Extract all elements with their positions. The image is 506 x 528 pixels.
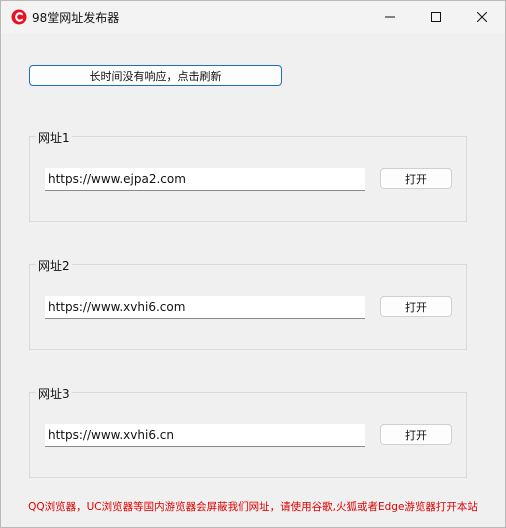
open-button[interactable]: 打开 bbox=[380, 424, 452, 445]
minimize-icon bbox=[385, 12, 395, 22]
group-label: 网址2 bbox=[36, 257, 72, 274]
maximize-icon bbox=[431, 12, 441, 22]
close-button[interactable] bbox=[459, 1, 505, 33]
url-group-3: 网址3 打开 bbox=[29, 385, 467, 478]
url-group-2: 网址2 打开 bbox=[29, 257, 467, 350]
open-button[interactable]: 打开 bbox=[380, 168, 452, 189]
url-group-1: 网址1 打开 bbox=[29, 129, 467, 222]
url-input[interactable] bbox=[45, 296, 365, 319]
url-input[interactable] bbox=[45, 424, 365, 447]
refresh-button[interactable]: 长时间没有响应，点击刷新 bbox=[29, 65, 282, 86]
window-title: 98堂网址发布器 bbox=[32, 11, 120, 25]
open-button[interactable]: 打开 bbox=[380, 296, 452, 317]
title-bar[interactable]: 98堂网址发布器 bbox=[1, 1, 505, 33]
app-logo-icon bbox=[11, 9, 27, 25]
browser-warning-note: QQ浏览器，UC浏览器等国内游览器会屏蔽我们网址，请使用谷歌,火狐或者Edge游… bbox=[28, 501, 478, 513]
maximize-button[interactable] bbox=[413, 1, 459, 33]
close-icon bbox=[477, 12, 487, 22]
minimize-button[interactable] bbox=[367, 1, 413, 33]
url-input[interactable] bbox=[45, 168, 365, 191]
group-label: 网址3 bbox=[36, 385, 72, 402]
app-window: 98堂网址发布器 长时间没有响应，点击刷新 网址1 打开 网址2 打开 网址3 bbox=[0, 0, 506, 528]
group-label: 网址1 bbox=[36, 129, 72, 146]
